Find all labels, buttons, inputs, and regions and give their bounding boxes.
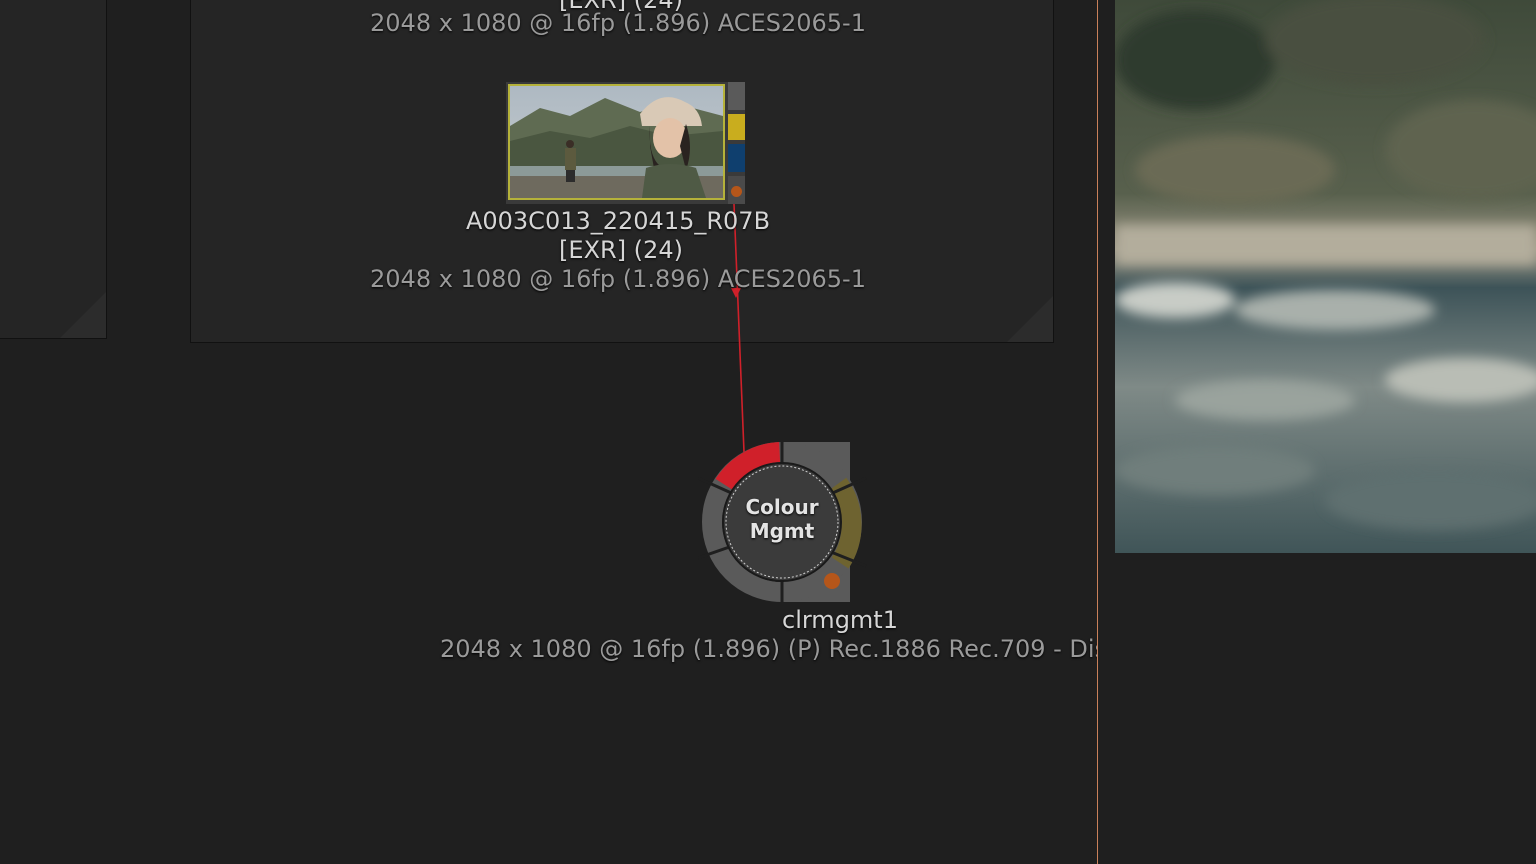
connection-line: [733, 203, 745, 453]
read-node-resolution-label: 2048 x 1080 @ 16fp (1.896) ACES2065-1: [370, 265, 866, 293]
colour-node-output-dot-icon: [824, 573, 840, 589]
app-window: [EXR] (24) 2048 x 1080 @ 16fp (1.896) AC…: [0, 0, 1536, 864]
colour-node-name-label: clrmgmt1: [782, 606, 898, 634]
viewer-panel[interactable]: [1097, 0, 1536, 864]
colour-node-resolution-label: 2048 x 1080 @ 16fp (1.896) (P) Rec.1886 …: [440, 635, 1097, 663]
colour-node-title-line2: Mgmt: [749, 519, 815, 543]
read-node-output-dot-icon[interactable]: [731, 186, 742, 197]
read-node-port-gray[interactable]: [728, 82, 745, 110]
read-node-name-label: A003C013_220415_R07B: [465, 207, 771, 235]
read-node-thumbnail: [508, 84, 725, 200]
read-node-format-label: [EXR] (24): [559, 236, 683, 264]
read-node-port-yellow[interactable]: [728, 114, 745, 140]
colour-node-title-line1: Colour: [745, 495, 819, 519]
viewer-image: [1115, 0, 1536, 553]
read-node[interactable]: [506, 82, 745, 204]
viewer-image-content: [1115, 0, 1536, 553]
read-node-port-blue[interactable]: [728, 144, 745, 172]
node-graph-canvas[interactable]: [EXR] (24) 2048 x 1080 @ 16fp (1.896) AC…: [0, 0, 1097, 864]
thumbnail-image: [510, 86, 723, 198]
